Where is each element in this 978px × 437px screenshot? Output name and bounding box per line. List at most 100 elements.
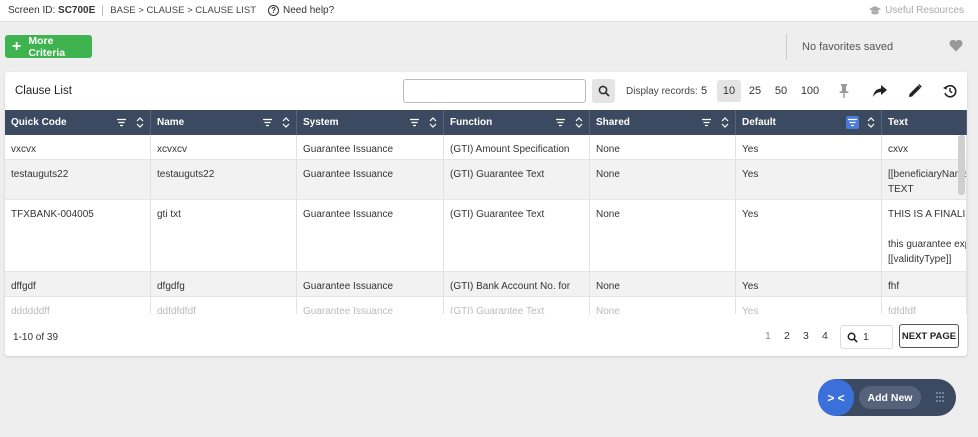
vertical-scrollbar[interactable]	[958, 135, 965, 195]
breadcrumb: BASE > CLAUSE > CLAUSE LIST	[110, 5, 257, 16]
records-25[interactable]: 25	[745, 80, 765, 102]
add-new-button[interactable]: Add New	[859, 386, 921, 409]
records-50[interactable]: 50	[771, 80, 791, 102]
table-row[interactable]: ddddddff ddfdfdfdf Guarantee Issuance (GTI)…	[5, 297, 967, 314]
useful-resources-link[interactable]: Useful Resources	[869, 5, 964, 16]
column-header-function[interactable]: Function	[444, 110, 590, 135]
sort-icon[interactable]	[867, 116, 875, 129]
record-count: 1-10 of 39	[13, 332, 59, 343]
table-body: ddddddff ddfdfdfdf Guarantee Issuance (GTI)…	[5, 135, 967, 314]
table-row[interactable]: vxcvx xcvxcv Guarantee Issuance (GTI) Amoun…	[5, 135, 967, 160]
table-row[interactable]: testauguts22 testauguts22 Guarantee Issuan…	[5, 160, 967, 200]
search-icon	[598, 85, 610, 97]
filter-icon[interactable]	[554, 116, 567, 129]
top-bar: Screen ID: SC700E BASE > CLAUSE > CLAUSE…	[0, 0, 978, 22]
help-label: Need help?	[283, 5, 335, 16]
pencil-icon	[909, 84, 922, 97]
edit-button[interactable]	[906, 82, 924, 100]
column-header-quick-code[interactable]: Quick Code	[5, 110, 151, 135]
cell-name: xcvxcv	[151, 135, 297, 159]
cell-default: Yes	[736, 135, 882, 159]
column-header-label: Text	[888, 117, 908, 128]
cell-default: Yes	[736, 160, 882, 199]
search-button[interactable]	[592, 79, 615, 103]
cell-text: fhf	[882, 272, 967, 296]
card-header: Clause List Display records: 5 10 25 50 …	[5, 72, 967, 110]
goto-page-field[interactable]: 1	[840, 325, 893, 349]
graduation-cap-icon	[869, 5, 882, 14]
next-page-button[interactable]: NEXT PAGE	[899, 324, 959, 348]
screen-id: Screen ID: SC700E	[8, 5, 95, 16]
cell-text-line: fhf	[888, 281, 900, 292]
records-10[interactable]: 10	[717, 80, 741, 102]
favorites-panel: No favorites saved	[786, 34, 973, 60]
column-header-name[interactable]: Name	[151, 110, 297, 135]
cell-function: (GTI) Guarantee Text	[444, 200, 590, 271]
add-new-widget: > < Add New	[818, 379, 956, 416]
history-icon	[943, 84, 957, 98]
cell-quick-code: testauguts22	[5, 160, 151, 199]
cell-quick-code: dffgdf	[5, 272, 151, 296]
cell-text: fdfdfdf	[882, 297, 967, 314]
grip-icon[interactable]	[935, 391, 945, 404]
cell-text: cxvx	[882, 135, 967, 159]
cell-shared: None	[590, 160, 736, 199]
cell-text-line	[888, 222, 966, 237]
search-input[interactable]	[403, 79, 586, 103]
cell-text-line: cxvx	[888, 144, 908, 155]
heart-icon[interactable]	[949, 39, 963, 52]
cell-quick-code: ddddddff	[5, 297, 151, 314]
cell-system: Guarantee Issuance	[297, 135, 444, 159]
plus-icon: +	[12, 37, 22, 55]
records-100[interactable]: 100	[797, 80, 823, 102]
page-2[interactable]: 2	[784, 330, 790, 342]
sort-icon[interactable]	[575, 116, 583, 129]
filter-icon[interactable]	[408, 116, 421, 129]
filter-icon[interactable]	[846, 116, 859, 129]
share-arrow-icon	[873, 85, 887, 97]
cell-function: (GTI) Amount Specification	[444, 135, 590, 159]
sort-icon[interactable]	[136, 116, 144, 129]
page-4[interactable]: 4	[822, 330, 828, 342]
cell-system: Guarantee Issuance	[297, 297, 444, 314]
filter-icon[interactable]	[700, 116, 713, 129]
cell-function: (GTI) Bank Account No. for Liability	[444, 272, 590, 296]
search-icon	[847, 332, 858, 343]
screen-id-value: SC700E	[58, 5, 96, 16]
cell-function: (GTI) Guarantee Text	[444, 160, 590, 199]
column-header-text[interactable]: Text	[882, 110, 967, 135]
cell-quick-code: vxcvx	[5, 135, 151, 159]
history-button[interactable]	[941, 82, 959, 100]
column-header-label: Name	[157, 117, 185, 128]
cell-default: Yes	[736, 200, 882, 271]
cell-shared: None	[590, 297, 736, 314]
cell-name: dfgdfg	[151, 272, 297, 296]
page-1[interactable]: 1	[765, 330, 771, 342]
sort-icon[interactable]	[721, 116, 729, 129]
share-button[interactable]	[871, 82, 889, 100]
cell-shared: None	[590, 200, 736, 271]
records-5[interactable]: 5	[697, 80, 711, 102]
column-header-system[interactable]: System	[297, 110, 444, 135]
column-header-shared[interactable]: Shared	[590, 110, 736, 135]
more-criteria-button[interactable]: + More Criteria	[5, 35, 92, 59]
divider	[102, 5, 104, 16]
filter-icon[interactable]	[261, 116, 274, 129]
help-link[interactable]: ? Need help?	[268, 5, 334, 16]
sort-icon[interactable]	[282, 116, 290, 129]
expand-toggle-button[interactable]: > <	[818, 379, 854, 416]
column-header-label: Shared	[596, 117, 630, 128]
cell-name: ddfdfdfdf	[151, 297, 297, 314]
cell-name: testauguts22	[151, 160, 297, 199]
table-row[interactable]: dffgdf dfgdfg Guarantee Issuance (GTI) Bank…	[5, 272, 967, 297]
table-row[interactable]: TFXBANK-004005 gti txt Guarantee Issuance(…	[5, 200, 967, 272]
filter-icon[interactable]	[115, 116, 128, 129]
cell-default: Yes	[736, 272, 882, 296]
sort-icon[interactable]	[429, 116, 437, 129]
pin-button[interactable]	[835, 82, 853, 100]
page-3[interactable]: 3	[803, 330, 809, 342]
cell-text-line: THIS IS A FINALISED	[888, 209, 966, 220]
cell-text-line: [[validityType]]	[888, 254, 952, 265]
cell-name: gti txt	[151, 200, 297, 271]
column-header-default[interactable]: Default	[736, 110, 882, 135]
